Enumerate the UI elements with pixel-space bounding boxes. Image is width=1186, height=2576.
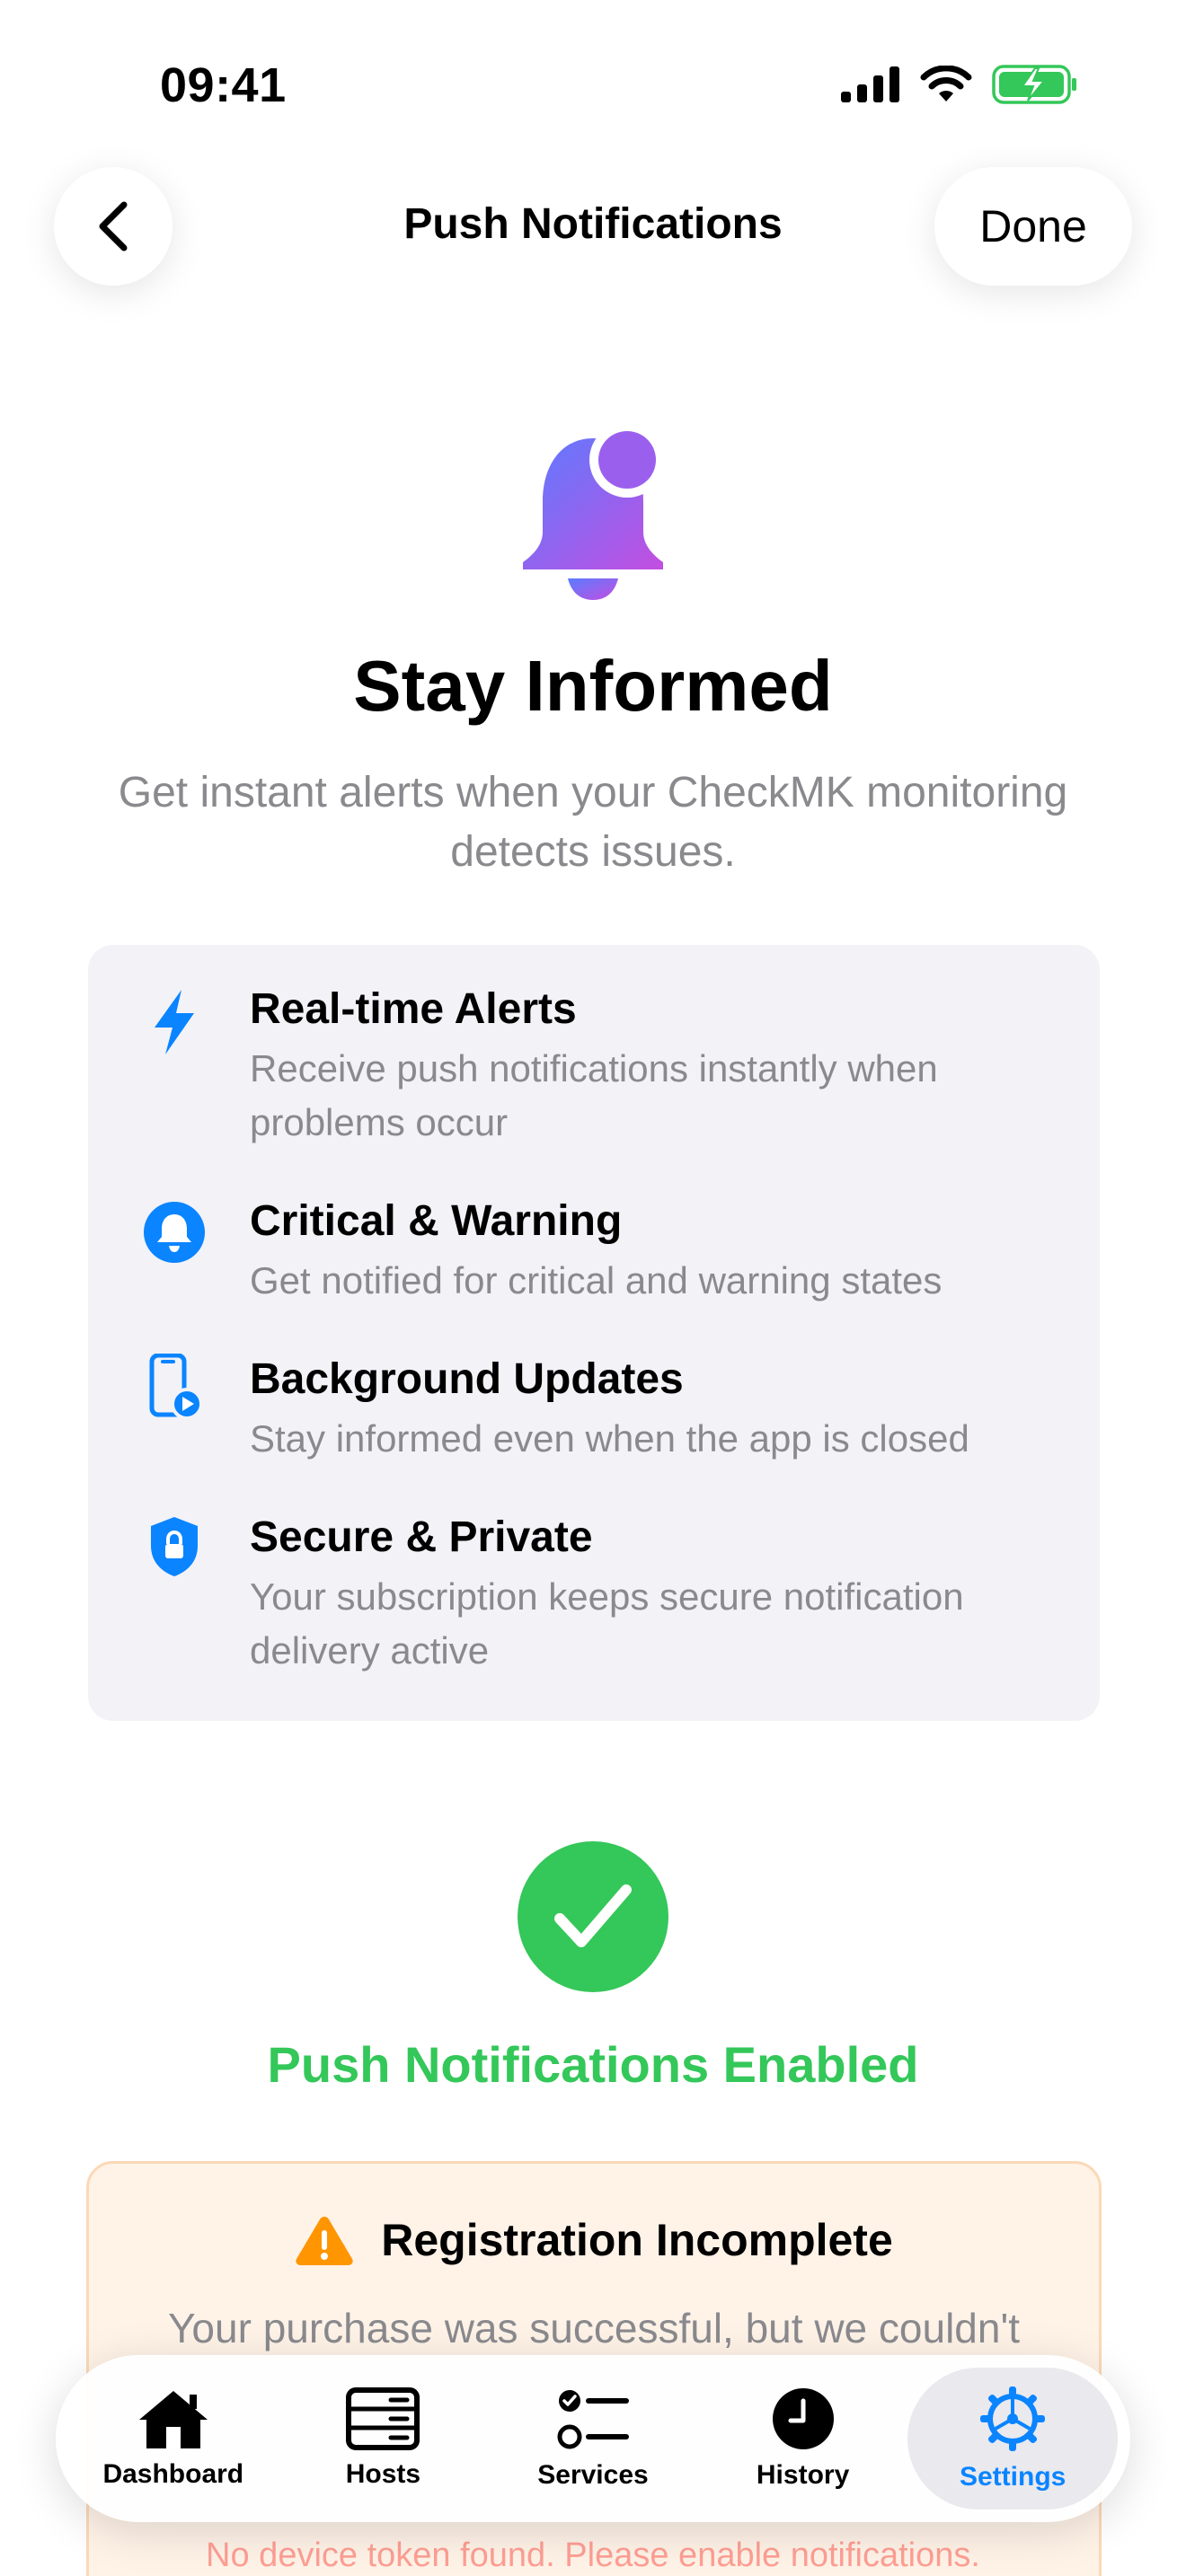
checklist-icon — [557, 2390, 629, 2449]
server-icon — [346, 2387, 420, 2450]
wifi-icon — [920, 66, 972, 101]
tab-label: Dashboard — [102, 2459, 244, 2489]
tab-hosts[interactable]: Hosts — [279, 2368, 489, 2510]
tab-label: Services — [537, 2460, 649, 2490]
clock-icon — [772, 2388, 834, 2449]
feature-description: Get notified for critical and warning st… — [250, 1259, 943, 1301]
tab-services[interactable]: Services — [488, 2368, 698, 2510]
success-checkmark-icon — [518, 1841, 668, 1992]
feature-description: Stay informed even when the app is close… — [250, 1417, 969, 1460]
cellular-signal-icon — [841, 66, 899, 102]
device-token-error: No device token found. Please enable not… — [206, 2536, 980, 2574]
feature-title: Secure & Private — [250, 1513, 593, 1561]
done-button[interactable]: Done — [934, 167, 1132, 286]
warning-title: Registration Incomplete — [381, 2215, 893, 2265]
warning-body: Your purchase was successful, but we cou… — [167, 2305, 1021, 2351]
bell-badge-icon — [523, 422, 665, 600]
warning-triangle-icon — [296, 2217, 353, 2265]
hero-title: Stay Informed — [353, 646, 833, 726]
feature-title: Critical & Warning — [250, 1197, 623, 1245]
battery-charging-icon — [992, 65, 1076, 104]
warning-header: Registration Incomplete — [89, 2214, 1099, 2266]
gear-icon — [980, 2386, 1046, 2451]
push-notifications-screen: 09:41 Push Notifications Done Stay Infor… — [0, 0, 1186, 2576]
features-card: Real-time Alerts Receive push notificati… — [88, 945, 1100, 1721]
success-status-text: Push Notifications Enabled — [267, 2036, 919, 2093]
feature-description: Your subscription keeps secure notificat… — [250, 1575, 964, 1672]
tab-settings[interactable]: Settings — [907, 2368, 1118, 2510]
shield-lock-icon — [142, 1514, 207, 1579]
bolt-icon — [142, 990, 207, 1054]
tab-bar: Dashboard Hosts Services History Setting… — [56, 2355, 1130, 2522]
feature-title: Background Updates — [250, 1355, 684, 1403]
feature-description: Receive push notifications instantly whe… — [250, 1047, 938, 1143]
bell-circle-icon — [142, 1200, 207, 1265]
status-icons — [841, 65, 1078, 104]
tab-label: Hosts — [345, 2459, 421, 2489]
status-time: 09:41 — [160, 58, 287, 112]
tab-label: Settings — [959, 2462, 1067, 2492]
tab-history[interactable]: History — [698, 2368, 908, 2510]
phone-play-icon — [142, 1354, 207, 1420]
tab-dashboard[interactable]: Dashboard — [68, 2368, 279, 2510]
feature-title: Real-time Alerts — [250, 985, 577, 1033]
hero-subtitle: Get instant alerts when your CheckMK mon… — [118, 769, 1068, 876]
house-icon — [138, 2391, 208, 2448]
tab-label: History — [756, 2460, 850, 2490]
